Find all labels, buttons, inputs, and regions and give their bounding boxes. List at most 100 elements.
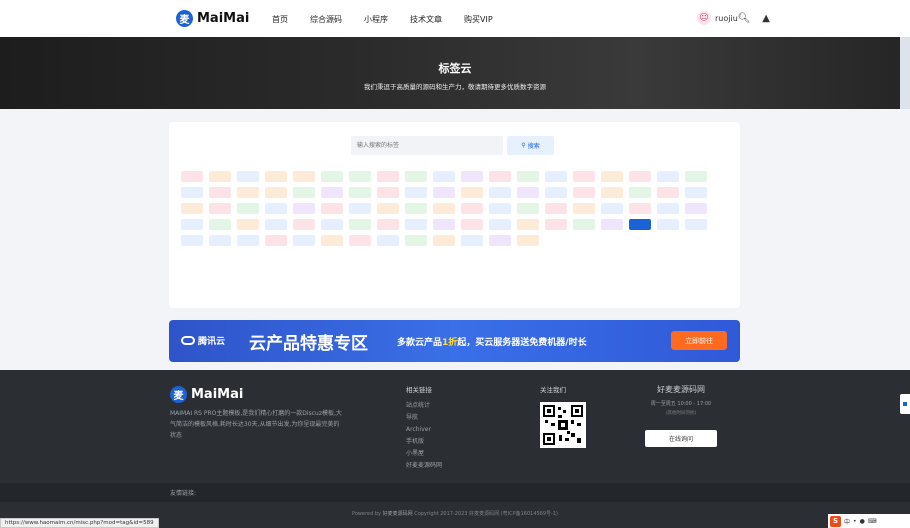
footer-link-stats[interactable]: 站点统计 — [406, 400, 442, 412]
tag-item[interactable] — [461, 171, 483, 182]
tag-item[interactable] — [265, 171, 287, 182]
tag-item[interactable] — [601, 203, 623, 214]
tag-item[interactable] — [433, 187, 455, 198]
tag-item[interactable] — [321, 171, 343, 182]
tag-item[interactable] — [237, 203, 259, 214]
tag-item[interactable] — [237, 171, 259, 182]
tag-item[interactable] — [433, 171, 455, 182]
tag-item[interactable] — [573, 171, 595, 182]
tag-item[interactable] — [265, 203, 287, 214]
tag-item[interactable] — [265, 235, 287, 246]
tag-item[interactable] — [237, 187, 259, 198]
bell-icon[interactable]: ▲ — [762, 13, 770, 24]
tag-item[interactable] — [181, 171, 203, 182]
tag-item[interactable] — [433, 203, 455, 214]
site-logo[interactable]: 麦 MaiMai — [176, 10, 249, 27]
tag-item[interactable] — [377, 203, 399, 214]
tag-item[interactable] — [573, 203, 595, 214]
tag-item[interactable] — [685, 187, 707, 198]
tag-item[interactable] — [657, 187, 679, 198]
tag-item[interactable] — [545, 203, 567, 214]
consult-button[interactable]: 在线询问 — [645, 430, 717, 447]
footer-link-blacklist[interactable]: 小黑屋 — [406, 448, 442, 460]
ad-cta-button[interactable]: 立即前往 — [671, 331, 727, 350]
tag-item[interactable] — [293, 219, 315, 230]
tag-item[interactable] — [209, 235, 231, 246]
footer-link-site[interactable]: 好麦麦源码网 — [406, 460, 442, 472]
tag-item[interactable] — [181, 203, 203, 214]
tag-item[interactable] — [461, 235, 483, 246]
tag-item[interactable] — [517, 235, 539, 246]
ime-toolbar[interactable]: S 中 • ● ⌨ — [828, 514, 910, 528]
tag-item[interactable] — [461, 187, 483, 198]
tag-item[interactable] — [489, 187, 511, 198]
tag-search-button[interactable]: ⚲ 搜索 — [507, 136, 554, 155]
tag-item[interactable] — [629, 203, 651, 214]
tag-item[interactable] — [601, 171, 623, 182]
tag-item[interactable] — [685, 219, 707, 230]
tag-item[interactable] — [181, 235, 203, 246]
nav-source-code[interactable]: 综合源码 — [310, 14, 342, 25]
tag-item[interactable] — [377, 219, 399, 230]
nav-mini-program[interactable]: 小程序 — [364, 14, 388, 25]
tag-item[interactable] — [293, 203, 315, 214]
tag-item[interactable] — [461, 203, 483, 214]
tag-item[interactable] — [321, 219, 343, 230]
tag-item[interactable] — [685, 171, 707, 182]
tag-item[interactable] — [545, 219, 567, 230]
tag-item[interactable] — [293, 235, 315, 246]
side-float-button[interactable] — [900, 394, 910, 414]
tag-item[interactable] — [405, 187, 427, 198]
tag-item[interactable] — [433, 219, 455, 230]
footer-link-nav[interactable]: 导航 — [406, 412, 442, 424]
tag-item[interactable] — [629, 171, 651, 182]
tag-item[interactable] — [517, 171, 539, 182]
tag-item[interactable] — [657, 203, 679, 214]
tag-item[interactable] — [209, 219, 231, 230]
nav-home[interactable]: 首页 — [272, 14, 288, 25]
tag-item[interactable] — [349, 219, 371, 230]
tag-item[interactable] — [601, 187, 623, 198]
tag-item[interactable] — [489, 219, 511, 230]
nav-buy-vip[interactable]: 购买VIP — [464, 14, 493, 25]
tag-item[interactable] — [405, 171, 427, 182]
tag-item[interactable] — [545, 171, 567, 182]
tag-item[interactable] — [181, 219, 203, 230]
tag-item[interactable] — [405, 235, 427, 246]
tag-item[interactable] — [321, 203, 343, 214]
tag-item[interactable] — [405, 203, 427, 214]
tag-item[interactable] — [209, 171, 231, 182]
tag-item[interactable] — [461, 219, 483, 230]
tag-item[interactable] — [377, 171, 399, 182]
tag-item[interactable] — [517, 219, 539, 230]
tag-search-input[interactable] — [351, 136, 503, 155]
nav-tech-articles[interactable]: 技术文章 — [410, 14, 442, 25]
tag-item[interactable] — [545, 187, 567, 198]
tag-item[interactable] — [685, 203, 707, 214]
tag-item[interactable] — [377, 235, 399, 246]
tag-item[interactable] — [601, 219, 623, 230]
tag-item[interactable] — [349, 203, 371, 214]
tag-item[interactable] — [573, 219, 595, 230]
tag-item[interactable] — [629, 187, 651, 198]
tag-item[interactable] — [517, 187, 539, 198]
tag-item[interactable] — [573, 187, 595, 198]
tag-item[interactable] — [321, 235, 343, 246]
search-icon[interactable]: 🔍︎ — [738, 13, 751, 24]
user-menu[interactable]: ☺ ruojiu — [697, 11, 738, 25]
tag-item[interactable] — [657, 171, 679, 182]
tag-item[interactable] — [405, 219, 427, 230]
tag-item[interactable] — [349, 171, 371, 182]
tag-item[interactable] — [657, 219, 679, 230]
tag-item[interactable] — [321, 187, 343, 198]
tag-item[interactable] — [629, 219, 651, 230]
tag-item[interactable] — [265, 219, 287, 230]
tag-item[interactable] — [293, 187, 315, 198]
tag-item[interactable] — [293, 171, 315, 182]
footer-logo[interactable]: 麦 MaiMai — [170, 386, 243, 403]
tag-item[interactable] — [237, 219, 259, 230]
tag-item[interactable] — [237, 235, 259, 246]
tag-item[interactable] — [489, 203, 511, 214]
tag-item[interactable] — [517, 203, 539, 214]
tag-item[interactable] — [349, 235, 371, 246]
